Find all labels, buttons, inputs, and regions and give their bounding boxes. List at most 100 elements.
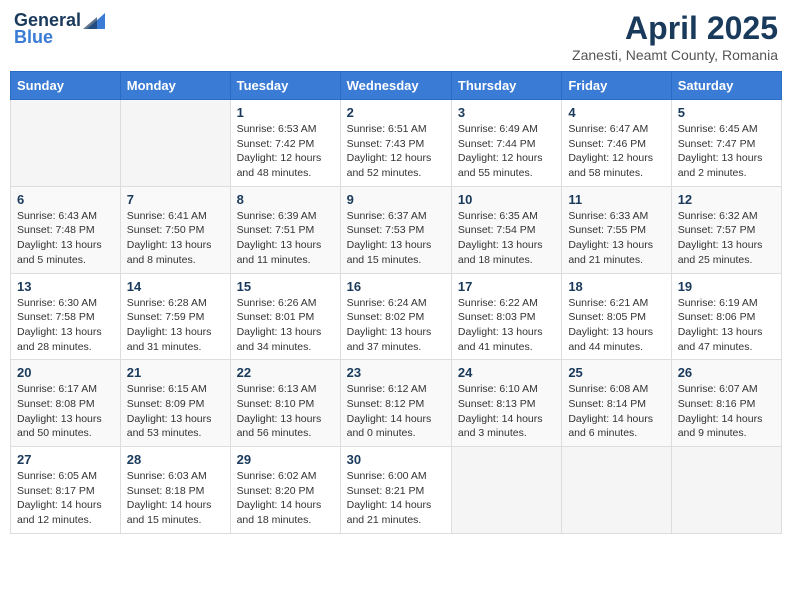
day-info: Sunrise: 6:05 AMSunset: 8:17 PMDaylight:… — [17, 469, 114, 528]
day-info: Sunrise: 6:53 AMSunset: 7:42 PMDaylight:… — [237, 122, 334, 181]
day-info: Sunrise: 6:32 AMSunset: 7:57 PMDaylight:… — [678, 209, 775, 268]
page-header: General Blue April 2025 Zanesti, Neamt C… — [10, 10, 782, 63]
calendar-cell: 23 Sunrise: 6:12 AMSunset: 8:12 PMDayligh… — [340, 360, 451, 447]
day-number: 1 — [237, 105, 334, 120]
calendar-cell — [562, 447, 671, 534]
day-number: 11 — [568, 192, 664, 207]
calendar-week-row: 20 Sunrise: 6:17 AMSunset: 8:08 PMDayligh… — [11, 360, 782, 447]
day-number: 26 — [678, 365, 775, 380]
calendar-header-row: SundayMondayTuesdayWednesdayThursdayFrid… — [11, 72, 782, 100]
day-number: 15 — [237, 279, 334, 294]
day-info: Sunrise: 6:28 AMSunset: 7:59 PMDaylight:… — [127, 296, 224, 355]
day-number: 20 — [17, 365, 114, 380]
day-info: Sunrise: 6:49 AMSunset: 7:44 PMDaylight:… — [458, 122, 555, 181]
calendar-cell: 25 Sunrise: 6:08 AMSunset: 8:14 PMDayligh… — [562, 360, 671, 447]
calendar-cell: 9Sunrise: 6:37 AMSunset: 7:53 PMDaylight… — [340, 186, 451, 273]
calendar-cell: 19Sunrise: 6:19 AMSunset: 8:06 PMDayligh… — [671, 273, 781, 360]
day-number: 9 — [347, 192, 445, 207]
calendar-cell: 3 Sunrise: 6:49 AMSunset: 7:44 PMDaylight… — [451, 100, 561, 187]
day-number: 25 — [568, 365, 664, 380]
day-info: Sunrise: 6:35 AMSunset: 7:54 PMDaylight:… — [458, 209, 555, 268]
calendar-cell: 8 Sunrise: 6:39 AMSunset: 7:51 PMDaylight… — [230, 186, 340, 273]
calendar-cell — [11, 100, 121, 187]
day-info: Sunrise: 6:33 AMSunset: 7:55 PMDaylight:… — [568, 209, 664, 268]
calendar-cell: 16Sunrise: 6:24 AMSunset: 8:02 PMDayligh… — [340, 273, 451, 360]
calendar-cell: 1 Sunrise: 6:53 AMSunset: 7:42 PMDaylight… — [230, 100, 340, 187]
day-info: Sunrise: 6:15 AMSunset: 8:09 PMDaylight:… — [127, 382, 224, 441]
day-number: 13 — [17, 279, 114, 294]
day-info: Sunrise: 6:02 AMSunset: 8:20 PMDaylight:… — [237, 469, 334, 528]
day-number: 12 — [678, 192, 775, 207]
day-info: Sunrise: 6:07 AMSunset: 8:16 PMDaylight:… — [678, 382, 775, 441]
day-info: Sunrise: 6:21 AMSunset: 8:05 PMDaylight:… — [568, 296, 664, 355]
day-info: Sunrise: 6:45 AMSunset: 7:47 PMDaylight:… — [678, 122, 775, 181]
weekday-header: Friday — [562, 72, 671, 100]
day-info: Sunrise: 6:41 AMSunset: 7:50 PMDaylight:… — [127, 209, 224, 268]
day-number: 2 — [347, 105, 445, 120]
day-info: Sunrise: 6:43 AMSunset: 7:48 PMDaylight:… — [17, 209, 114, 268]
day-number: 17 — [458, 279, 555, 294]
calendar-cell: 14Sunrise: 6:28 AMSunset: 7:59 PMDayligh… — [120, 273, 230, 360]
weekday-header: Thursday — [451, 72, 561, 100]
day-number: 24 — [458, 365, 555, 380]
calendar-cell: 12 Sunrise: 6:32 AMSunset: 7:57 PMDayligh… — [671, 186, 781, 273]
calendar-cell: 27 Sunrise: 6:05 AMSunset: 8:17 PMDayligh… — [11, 447, 121, 534]
calendar-cell: 10 Sunrise: 6:35 AMSunset: 7:54 PMDayligh… — [451, 186, 561, 273]
logo-blue-text: Blue — [14, 27, 53, 48]
weekday-header: Tuesday — [230, 72, 340, 100]
day-number: 30 — [347, 452, 445, 467]
day-number: 27 — [17, 452, 114, 467]
weekday-header: Monday — [120, 72, 230, 100]
calendar-cell: 6 Sunrise: 6:43 AMSunset: 7:48 PMDaylight… — [11, 186, 121, 273]
calendar-cell — [671, 447, 781, 534]
day-number: 4 — [568, 105, 664, 120]
day-number: 19 — [678, 279, 775, 294]
day-number: 7 — [127, 192, 224, 207]
calendar-cell: 17Sunrise: 6:22 AMSunset: 8:03 PMDayligh… — [451, 273, 561, 360]
day-info: Sunrise: 6:24 AMSunset: 8:02 PMDaylight:… — [347, 296, 445, 355]
day-info: Sunrise: 6:10 AMSunset: 8:13 PMDaylight:… — [458, 382, 555, 441]
day-info: Sunrise: 6:08 AMSunset: 8:14 PMDaylight:… — [568, 382, 664, 441]
day-info: Sunrise: 6:26 AMSunset: 8:01 PMDaylight:… — [237, 296, 334, 355]
calendar-cell: 30 Sunrise: 6:00 AMSunset: 8:21 PMDayligh… — [340, 447, 451, 534]
day-number: 8 — [237, 192, 334, 207]
day-info: Sunrise: 6:47 AMSunset: 7:46 PMDaylight:… — [568, 122, 664, 181]
calendar-cell — [120, 100, 230, 187]
day-info: Sunrise: 6:39 AMSunset: 7:51 PMDaylight:… — [237, 209, 334, 268]
day-info: Sunrise: 6:00 AMSunset: 8:21 PMDaylight:… — [347, 469, 445, 528]
calendar-cell: 18Sunrise: 6:21 AMSunset: 8:05 PMDayligh… — [562, 273, 671, 360]
day-number: 5 — [678, 105, 775, 120]
calendar-table: SundayMondayTuesdayWednesdayThursdayFrid… — [10, 71, 782, 534]
day-number: 29 — [237, 452, 334, 467]
weekday-header: Wednesday — [340, 72, 451, 100]
calendar-week-row: 13 Sunrise: 6:30 AMSunset: 7:58 PMDayligh… — [11, 273, 782, 360]
logo: General Blue — [14, 10, 105, 48]
month-title: April 2025 — [572, 10, 778, 47]
weekday-header: Sunday — [11, 72, 121, 100]
location: Zanesti, Neamt County, Romania — [572, 47, 778, 63]
day-info: Sunrise: 6:03 AMSunset: 8:18 PMDaylight:… — [127, 469, 224, 528]
calendar-cell: 4 Sunrise: 6:47 AMSunset: 7:46 PMDaylight… — [562, 100, 671, 187]
day-info: Sunrise: 6:12 AMSunset: 8:12 PMDaylight:… — [347, 382, 445, 441]
day-info: Sunrise: 6:51 AMSunset: 7:43 PMDaylight:… — [347, 122, 445, 181]
day-info: Sunrise: 6:17 AMSunset: 8:08 PMDaylight:… — [17, 382, 114, 441]
day-number: 6 — [17, 192, 114, 207]
calendar-week-row: 1 Sunrise: 6:53 AMSunset: 7:42 PMDaylight… — [11, 100, 782, 187]
day-number: 10 — [458, 192, 555, 207]
day-info: Sunrise: 6:30 AMSunset: 7:58 PMDaylight:… — [17, 296, 114, 355]
day-info: Sunrise: 6:13 AMSunset: 8:10 PMDaylight:… — [237, 382, 334, 441]
calendar-cell: 5 Sunrise: 6:45 AMSunset: 7:47 PMDaylight… — [671, 100, 781, 187]
calendar-cell: 29 Sunrise: 6:02 AMSunset: 8:20 PMDayligh… — [230, 447, 340, 534]
day-number: 23 — [347, 365, 445, 380]
calendar-cell — [451, 447, 561, 534]
calendar-cell: 21 Sunrise: 6:15 AMSunset: 8:09 PMDayligh… — [120, 360, 230, 447]
calendar-cell: 20 Sunrise: 6:17 AMSunset: 8:08 PMDayligh… — [11, 360, 121, 447]
day-number: 21 — [127, 365, 224, 380]
day-number: 22 — [237, 365, 334, 380]
calendar-cell: 26 Sunrise: 6:07 AMSunset: 8:16 PMDayligh… — [671, 360, 781, 447]
title-section: April 2025 Zanesti, Neamt County, Romani… — [572, 10, 778, 63]
day-number: 28 — [127, 452, 224, 467]
calendar-cell: 2 Sunrise: 6:51 AMSunset: 7:43 PMDaylight… — [340, 100, 451, 187]
calendar-cell: 15 Sunrise: 6:26 AMSunset: 8:01 PMDayligh… — [230, 273, 340, 360]
day-number: 3 — [458, 105, 555, 120]
